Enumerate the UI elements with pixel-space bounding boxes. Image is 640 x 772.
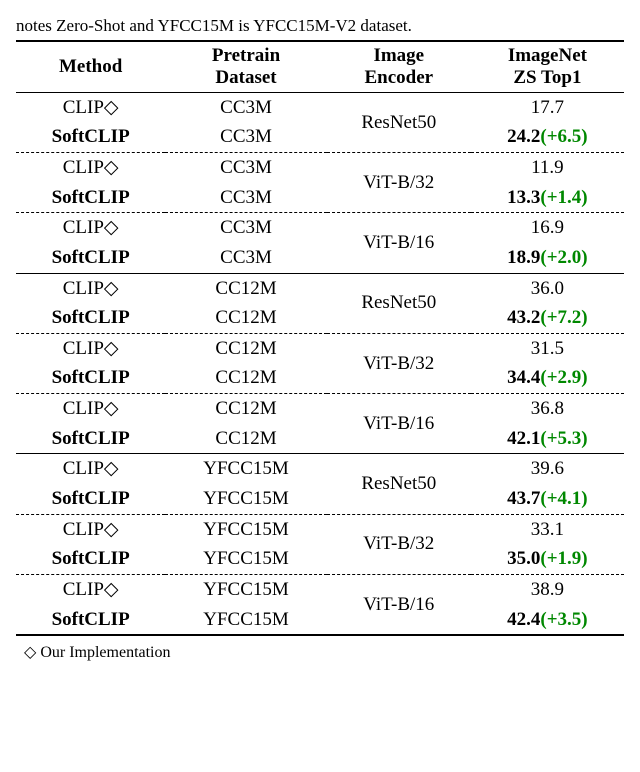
method-cell: SoftCLIP	[16, 484, 165, 514]
dataset-cell: YFCC15M	[165, 574, 327, 604]
diamond-icon: ◇	[104, 398, 119, 419]
method-cell: SoftCLIP	[16, 303, 165, 333]
dataset-cell: CC12M	[165, 394, 327, 424]
footnote: ◇ Our Implementation	[16, 642, 624, 662]
col-zs: ImageNetZS Top1	[471, 41, 624, 92]
method-cell: SoftCLIP	[16, 183, 165, 213]
dataset-cell: CC12M	[165, 333, 327, 363]
value-cell: 13.3(+1.4)	[471, 183, 624, 213]
value-cell: 39.6	[471, 454, 624, 484]
value-cell: 11.9	[471, 152, 624, 182]
encoder-cell: ViT-B/16	[327, 574, 471, 635]
method-cell: SoftCLIP	[16, 243, 165, 273]
method-cell: CLIP◇	[16, 213, 165, 243]
diamond-icon: ◇	[104, 338, 119, 359]
dataset-cell: YFCC15M	[165, 544, 327, 574]
method-cell: CLIP◇	[16, 394, 165, 424]
dataset-cell: CC12M	[165, 424, 327, 454]
method-cell: SoftCLIP	[16, 424, 165, 454]
value-cell: 17.7	[471, 92, 624, 122]
method-cell: SoftCLIP	[16, 122, 165, 152]
encoder-cell: ViT-B/32	[327, 152, 471, 212]
encoder-cell: ViT-B/32	[327, 333, 471, 393]
table-caption-fragment: notes Zero-Shot and YFCC15M is YFCC15M-V…	[16, 16, 624, 36]
col-pretrain: PretrainDataset	[165, 41, 327, 92]
method-cell: CLIP◇	[16, 574, 165, 604]
value-cell: 18.9(+2.0)	[471, 243, 624, 273]
dataset-cell: YFCC15M	[165, 514, 327, 544]
method-cell: CLIP◇	[16, 333, 165, 363]
diamond-icon: ◇	[104, 217, 119, 238]
value-cell: 34.4(+2.9)	[471, 363, 624, 393]
diamond-icon: ◇	[104, 278, 119, 299]
dataset-cell: YFCC15M	[165, 484, 327, 514]
dataset-cell: CC3M	[165, 243, 327, 273]
value-cell: 24.2(+6.5)	[471, 122, 624, 152]
method-cell: CLIP◇	[16, 152, 165, 182]
value-cell: 36.0	[471, 273, 624, 303]
method-cell: CLIP◇	[16, 273, 165, 303]
dataset-cell: CC12M	[165, 363, 327, 393]
method-cell: SoftCLIP	[16, 544, 165, 574]
value-cell: 42.4(+3.5)	[471, 605, 624, 636]
col-method: Method	[16, 41, 165, 92]
dataset-cell: CC3M	[165, 122, 327, 152]
method-cell: SoftCLIP	[16, 363, 165, 393]
diamond-icon: ◇	[104, 97, 119, 118]
diamond-icon: ◇	[104, 458, 119, 479]
dataset-cell: CC3M	[165, 183, 327, 213]
method-cell: CLIP◇	[16, 92, 165, 122]
dataset-cell: CC12M	[165, 273, 327, 303]
value-cell: 31.5	[471, 333, 624, 363]
dataset-cell: CC3M	[165, 152, 327, 182]
encoder-cell: ResNet50	[327, 92, 471, 152]
encoder-cell: ViT-B/16	[327, 213, 471, 273]
value-cell: 38.9	[471, 574, 624, 604]
dataset-cell: CC3M	[165, 213, 327, 243]
value-cell: 36.8	[471, 394, 624, 424]
method-cell: CLIP◇	[16, 514, 165, 544]
col-encoder: ImageEncoder	[327, 41, 471, 92]
value-cell: 33.1	[471, 514, 624, 544]
encoder-cell: ViT-B/32	[327, 514, 471, 574]
results-table: Method PretrainDataset ImageEncoder Imag…	[16, 40, 624, 636]
dataset-cell: YFCC15M	[165, 605, 327, 636]
diamond-icon: ◇	[104, 519, 119, 540]
diamond-icon: ◇	[24, 644, 36, 661]
diamond-icon: ◇	[104, 579, 119, 600]
dataset-cell: CC3M	[165, 92, 327, 122]
dataset-cell: CC12M	[165, 303, 327, 333]
method-cell: SoftCLIP	[16, 605, 165, 636]
method-cell: CLIP◇	[16, 454, 165, 484]
value-cell: 42.1(+5.3)	[471, 424, 624, 454]
value-cell: 16.9	[471, 213, 624, 243]
encoder-cell: ResNet50	[327, 273, 471, 333]
diamond-icon: ◇	[104, 157, 119, 178]
value-cell: 43.7(+4.1)	[471, 484, 624, 514]
encoder-cell: ResNet50	[327, 454, 471, 514]
value-cell: 43.2(+7.2)	[471, 303, 624, 333]
dataset-cell: YFCC15M	[165, 454, 327, 484]
value-cell: 35.0(+1.9)	[471, 544, 624, 574]
encoder-cell: ViT-B/16	[327, 394, 471, 454]
